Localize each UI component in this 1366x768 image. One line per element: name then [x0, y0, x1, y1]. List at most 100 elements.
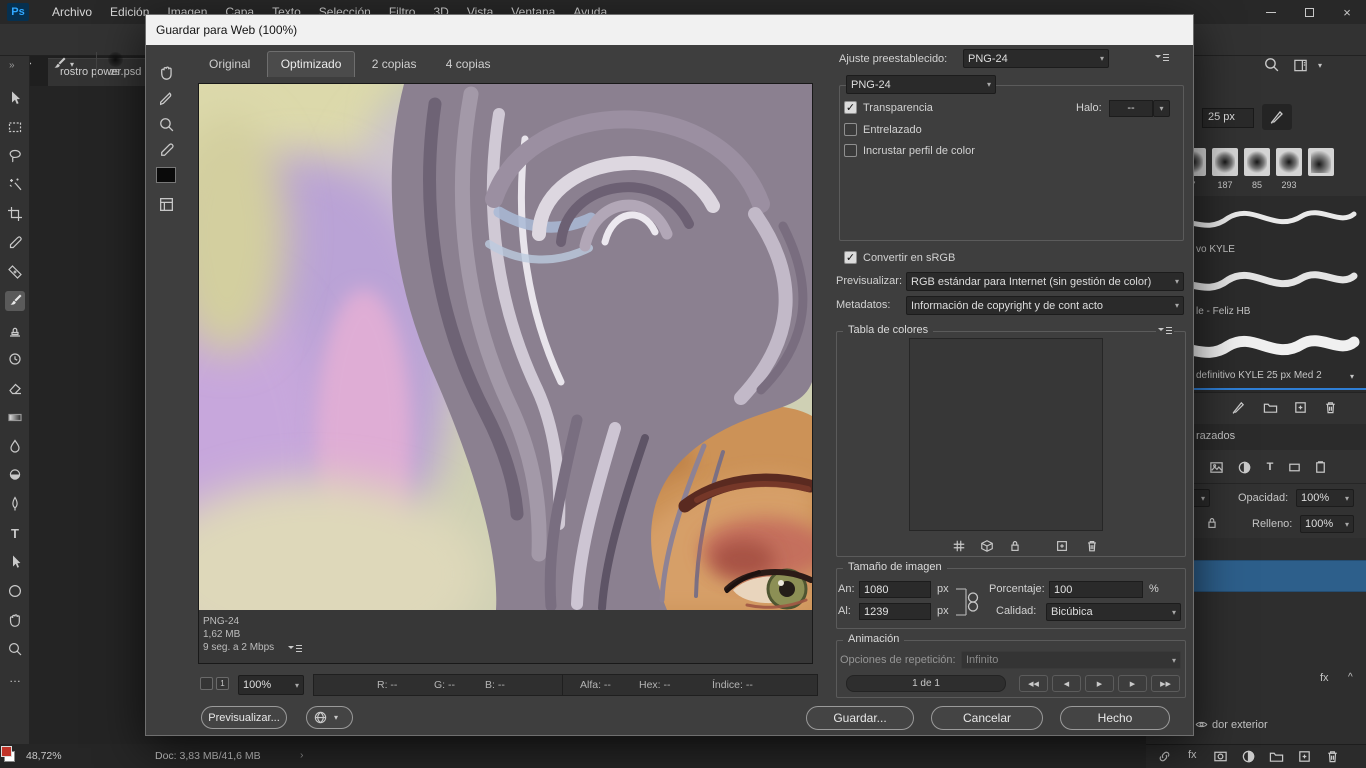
quality-dropdown[interactable]: Bicúbica ▾ — [1046, 603, 1181, 621]
brush-edit-icon[interactable] — [1230, 399, 1246, 415]
toolbar-collapse-icon[interactable]: » — [9, 60, 15, 71]
brush-tip-preview-icon[interactable] — [108, 52, 123, 67]
done-button[interactable]: Hecho — [1060, 706, 1170, 730]
status-zoom-field[interactable]: 48,72% — [26, 750, 62, 762]
healing-brush-tool[interactable] — [5, 262, 25, 282]
next-frame-button[interactable]: ▶ — [1118, 675, 1147, 692]
layer-style-fx-icon[interactable]: fx — [1188, 749, 1197, 761]
fx-collapse-chevron-icon[interactable]: ^ — [1348, 672, 1353, 683]
matte-value-field[interactable]: -- — [1109, 100, 1153, 117]
save-button[interactable]: Guardar... — [806, 706, 914, 730]
format-dropdown[interactable]: PNG-24 ▾ — [846, 75, 996, 94]
brush-tip-item[interactable] — [1244, 148, 1270, 176]
first-frame-button[interactable]: ◀◀ — [1019, 675, 1048, 692]
delete-color-icon[interactable] — [1084, 538, 1099, 553]
brush-tip-item[interactable] — [1276, 148, 1302, 176]
metadata-dropdown[interactable]: Información de copyright y de cont acto ▾ — [906, 296, 1184, 315]
brush-preset-name[interactable]: le - Feliz HB — [1196, 306, 1250, 317]
crop-tool[interactable] — [5, 204, 25, 224]
color-table-menu-icon[interactable] — [1156, 325, 1174, 337]
eyedropper-color-swatch[interactable] — [156, 167, 176, 183]
effect-visibility-eye-icon[interactable] — [1194, 718, 1208, 730]
dialog-slice-select-tool[interactable] — [155, 87, 177, 109]
paths-tab[interactable]: razados — [1196, 430, 1235, 442]
blur-tool[interactable] — [5, 436, 25, 456]
preview-artwork[interactable] — [199, 84, 812, 610]
preview-mode-dropdown[interactable]: RGB estándar para Internet (sin gestión … — [906, 272, 1184, 291]
slice-visibility-toggle-icon[interactable] — [200, 677, 213, 690]
slice-badge-icon[interactable]: 1 — [216, 677, 229, 690]
hand-tool[interactable] — [5, 610, 25, 630]
zoom-level-dropdown[interactable]: 100% ▾ — [238, 675, 304, 695]
clone-stamp-tool[interactable] — [5, 320, 25, 340]
history-brush-tool[interactable] — [5, 349, 25, 369]
workspace-chevron-icon[interactable]: ▾ — [1318, 61, 1322, 70]
cancel-button[interactable]: Cancelar — [931, 706, 1043, 730]
new-color-icon[interactable] — [1054, 538, 1069, 553]
filter-smart-objects-icon[interactable] — [1312, 459, 1328, 475]
tab-4-copias[interactable]: 4 copias — [433, 52, 504, 78]
lock-icon[interactable] — [1204, 515, 1219, 530]
delete-brush-icon[interactable] — [1322, 399, 1338, 415]
ellipse-shape-tool[interactable] — [5, 581, 25, 601]
move-tool[interactable] — [5, 88, 25, 108]
layer-fx-badge[interactable]: fx — [1320, 672, 1329, 684]
filter-type-layers-icon[interactable]: T — [1262, 459, 1278, 475]
link-layers-icon[interactable] — [1156, 748, 1172, 764]
width-input[interactable] — [859, 581, 931, 598]
opacity-dropdown[interactable]: 100% ▾ — [1296, 489, 1354, 507]
edit-toolbar-ellipsis-icon[interactable]: … — [5, 668, 25, 688]
browser-select-button[interactable]: ▾ — [306, 706, 353, 729]
matte-dropdown-icon[interactable]: ▾ — [1153, 100, 1170, 117]
filter-shape-layers-icon[interactable] — [1286, 459, 1302, 475]
tool-preset-brush-icon[interactable] — [50, 55, 68, 73]
dialog-hand-tool[interactable] — [155, 61, 177, 83]
preview-in-browser-button[interactable]: Previsualizar... — [201, 706, 287, 729]
lock-color-icon[interactable] — [1007, 538, 1022, 553]
play-button[interactable]: ▶ — [1085, 675, 1114, 692]
brush-preset-name[interactable]: definitivo KYLE 25 px Med 2 — [1196, 370, 1322, 381]
new-group-icon[interactable] — [1268, 748, 1284, 764]
last-frame-button[interactable]: ▶▶ — [1151, 675, 1180, 692]
new-brush-icon[interactable] — [1292, 399, 1308, 415]
marquee-tool[interactable] — [5, 117, 25, 137]
transparency-checkbox[interactable]: ✓ — [844, 101, 857, 114]
pen-tool[interactable] — [5, 494, 25, 514]
adjustment-layer-icon[interactable] — [1240, 748, 1256, 764]
type-tool[interactable]: T — [5, 523, 25, 543]
dialog-eyedropper-tool[interactable] — [155, 139, 177, 161]
brush-settings-icon[interactable] — [1262, 104, 1292, 130]
loop-options-dropdown[interactable]: Infinito ▾ — [961, 651, 1181, 669]
tab-2-copias[interactable]: 2 copias — [359, 52, 430, 78]
previous-frame-button[interactable]: ◀ — [1052, 675, 1081, 692]
new-group-folder-icon[interactable] — [1262, 399, 1278, 415]
height-input[interactable] — [859, 603, 931, 620]
constrain-proportions-link-icon[interactable] — [954, 581, 982, 623]
toggle-slices-visibility-tool[interactable] — [155, 193, 177, 215]
interlaced-checkbox[interactable] — [844, 123, 857, 136]
search-icon[interactable] — [1262, 55, 1280, 73]
status-chevron-icon[interactable]: › — [300, 749, 304, 761]
embed-profile-checkbox[interactable] — [844, 144, 857, 157]
brush-preset-name[interactable]: vo KYLE — [1196, 244, 1235, 255]
zoom-tool[interactable] — [5, 639, 25, 659]
eraser-tool[interactable] — [5, 378, 25, 398]
preset-dropdown[interactable]: PNG-24 ▾ — [963, 49, 1109, 68]
tool-preset-chevron-icon[interactable]: ▾ — [70, 60, 74, 69]
filter-adjustment-layers-icon[interactable] — [1236, 459, 1252, 475]
menu-archivo[interactable]: Archivo — [43, 0, 101, 24]
convert-srgb-checkbox[interactable]: ✓ — [844, 251, 857, 264]
gradient-tool[interactable] — [5, 407, 25, 427]
percent-input[interactable] — [1049, 581, 1143, 598]
close-button[interactable]: × — [1328, 0, 1366, 24]
dialog-title-bar[interactable]: Guardar para Web (100%) — [146, 15, 1193, 45]
brush-tip-item[interactable] — [1308, 148, 1334, 176]
lasso-tool[interactable] — [5, 146, 25, 166]
minimize-button[interactable] — [1252, 0, 1290, 24]
scroll-chevron-icon[interactable]: ▾ — [1350, 372, 1354, 381]
brush-tool[interactable] — [5, 291, 25, 311]
restore-button[interactable] — [1290, 0, 1328, 24]
path-selection-tool[interactable] — [5, 552, 25, 572]
foreground-color-swatch[interactable] — [1, 746, 12, 757]
add-mask-icon[interactable] — [1212, 748, 1228, 764]
